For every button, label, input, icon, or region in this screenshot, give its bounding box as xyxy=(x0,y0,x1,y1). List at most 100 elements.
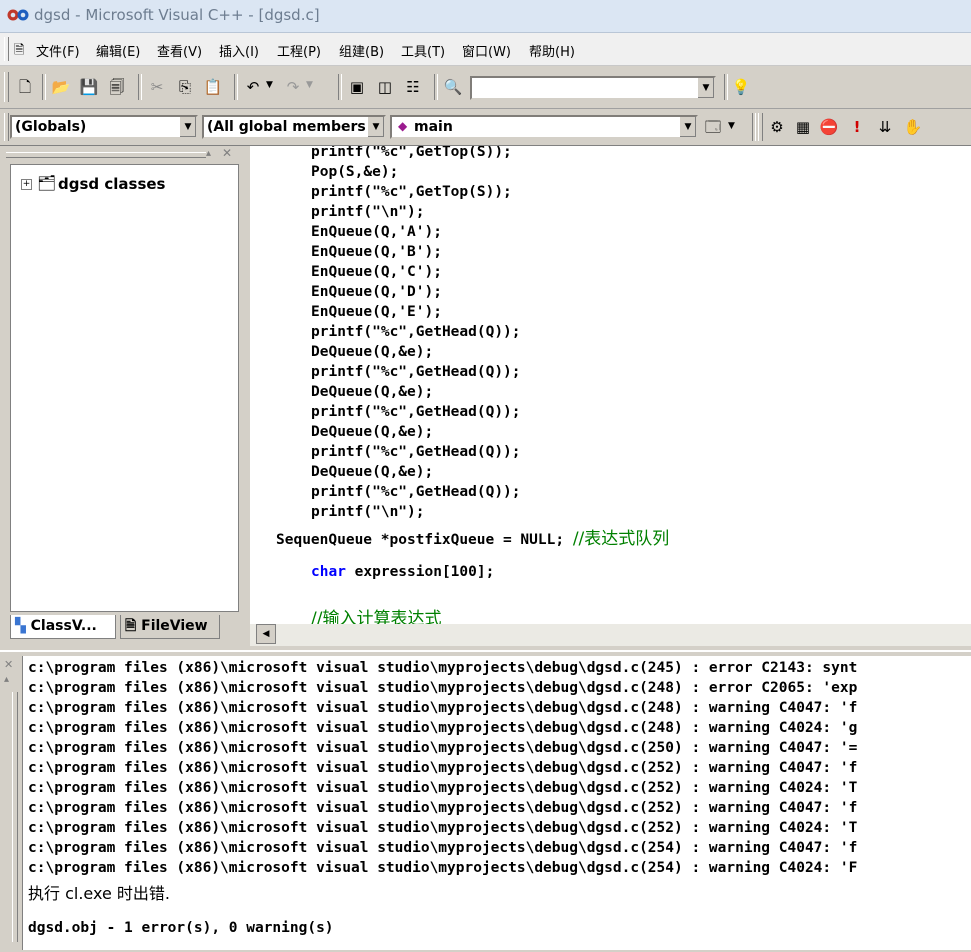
menubar-grip[interactable] xyxy=(4,37,9,61)
code-comment: //表达式队列 xyxy=(572,529,670,549)
code-text: EnQueue(Q,'E'); xyxy=(311,304,442,320)
chevron-down-icon[interactable]: ▼ xyxy=(179,117,196,137)
menu-insert[interactable]: 插入(I) xyxy=(219,41,259,60)
redo-dropdown-icon[interactable]: ▼ xyxy=(306,80,313,90)
menu-edit[interactable]: 编辑(E) xyxy=(96,41,140,60)
output-line: c:\program files (x86)\microsoft visual … xyxy=(28,840,858,856)
toolbar-separator xyxy=(752,113,756,141)
execute-icon[interactable]: ! xyxy=(846,116,868,138)
output-line: c:\program files (x86)\microsoft visual … xyxy=(28,820,858,836)
tab-classview-label: ClassV... xyxy=(30,618,97,634)
find-icon[interactable]: 💡 xyxy=(730,76,752,98)
menu-help[interactable]: 帮助(H) xyxy=(529,41,575,60)
code-text: printf("%c",GetTop(S)); xyxy=(311,146,512,160)
code-text: SequenQueue *postfixQueue = NULL; xyxy=(276,532,573,548)
classes-folder-icon: 🗂 xyxy=(37,174,57,192)
output-line: c:\program files (x86)\microsoft visual … xyxy=(28,860,858,876)
output-line: c:\program files (x86)\microsoft visual … xyxy=(28,660,858,676)
scroll-left-icon[interactable]: ◀ xyxy=(256,624,276,644)
redo-icon[interactable]: ↷ xyxy=(282,76,304,98)
output-line: dgsd.obj - 1 error(s), 0 warning(s) xyxy=(28,920,334,936)
code-text: EnQueue(Q,'D'); xyxy=(311,284,442,300)
menu-view[interactable]: 查看(V) xyxy=(157,41,202,60)
code-text: EnQueue(Q,'A'); xyxy=(311,224,442,240)
code-text: DeQueue(Q,&e); xyxy=(311,344,434,360)
menu-project[interactable]: 工程(P) xyxy=(277,41,321,60)
code-line: //输入计算表达式 xyxy=(311,604,441,624)
code-line: printf("%c",GetHead(Q)); xyxy=(311,324,521,340)
menu-file[interactable]: 文件(F) xyxy=(36,41,80,60)
output-line: c:\program files (x86)\microsoft visual … xyxy=(28,760,858,776)
wizardbar-actions-icon[interactable]: 🗔 xyxy=(702,116,724,138)
window-list-icon[interactable]: ☷ xyxy=(402,76,424,98)
code-editor[interactable]: printf("%c",GetTop(S)); Pop(S,&e); printf(… xyxy=(250,146,971,624)
build-icon[interactable]: ▦ xyxy=(792,116,814,138)
horizontal-scrollbar[interactable]: ◀ xyxy=(250,624,971,646)
stop-build-icon[interactable]: ⛔ xyxy=(818,116,840,138)
menu-window[interactable]: 窗口(W) xyxy=(462,41,511,60)
class-combo[interactable]: (Globals) ▼ xyxy=(10,115,198,139)
save-all-icon[interactable]: 🗐 xyxy=(106,76,128,98)
build-output[interactable]: c:\program files (x86)\microsoft visual … xyxy=(22,656,971,950)
code-keyword: char xyxy=(311,564,346,580)
code-text: printf("%c",GetTop(S)); xyxy=(311,184,512,200)
cut-icon[interactable]: ✂ xyxy=(146,76,168,98)
document-menu-icon[interactable]: 🗎 xyxy=(14,41,24,63)
code-text: printf("\n"); xyxy=(311,204,425,220)
chevron-down-icon[interactable]: ▼ xyxy=(367,117,384,137)
find-combo[interactable]: ▼ xyxy=(470,76,716,100)
close-output-icon[interactable]: ✕ xyxy=(4,658,13,671)
toolbar-separator xyxy=(338,74,342,100)
chevron-down-icon[interactable]: ▼ xyxy=(679,117,696,137)
save-icon[interactable]: 💾 xyxy=(78,76,100,98)
wizardbar-actions-dropdown-icon[interactable]: ▼ xyxy=(728,121,735,131)
code-text: DeQueue(Q,&e); xyxy=(311,384,434,400)
tree-root-label[interactable]: dgsd classes xyxy=(58,175,165,193)
copy-icon[interactable]: ⎘ xyxy=(174,76,196,98)
wizardbar-grip[interactable] xyxy=(4,113,9,141)
new-text-file-icon[interactable]: 🗋 xyxy=(14,76,36,98)
code-text: printf("%c",GetHead(Q)); xyxy=(311,404,521,420)
build-toolbar-grip[interactable] xyxy=(758,113,763,141)
output-grip[interactable] xyxy=(12,692,18,942)
toolbar-grip[interactable] xyxy=(4,72,9,102)
undo-dropdown-icon[interactable]: ▼ xyxy=(266,80,273,90)
code-text: DeQueue(Q,&e); xyxy=(311,424,434,440)
function-combo[interactable]: ◆ main ▼ xyxy=(390,115,698,139)
find-in-files-icon[interactable]: 🔍 xyxy=(442,76,464,98)
toolbar-separator xyxy=(434,74,438,100)
menu-tools[interactable]: 工具(T) xyxy=(401,41,445,60)
breakpoint-hand-icon[interactable]: ✋ xyxy=(902,116,924,138)
title-bar: dgsd - Microsoft Visual C++ - [dgsd.c] xyxy=(0,0,971,33)
menu-build[interactable]: 组建(B) xyxy=(339,41,384,60)
code-text: printf("%c",GetHead(Q)); xyxy=(311,484,521,500)
code-line: printf("%c",GetHead(Q)); xyxy=(311,444,521,460)
standard-toolbar: 🗋 📂 💾 🗐 ✂ ⎘ 📋 ↶ ▼ ↷ ▼ ▣ ◫ ☷ 🔍 ▼ 💡 xyxy=(0,66,971,109)
undo-icon[interactable]: ↶ xyxy=(242,76,264,98)
chevron-down-icon[interactable]: ▼ xyxy=(697,78,714,98)
restore-output-icon[interactable]: ▴ xyxy=(4,674,9,685)
compile-icon[interactable]: ⚙ xyxy=(766,116,788,138)
code-text: DeQueue(Q,&e); xyxy=(311,464,434,480)
members-combo[interactable]: (All global members ▼ xyxy=(202,115,386,139)
code-line: SequenQueue *postfixQueue = NULL; //表达式队… xyxy=(276,524,669,549)
window-title: dgsd - Microsoft Visual C++ - [dgsd.c] xyxy=(34,6,320,24)
output-window-icon[interactable]: ◫ xyxy=(374,76,396,98)
close-pane-icon[interactable]: ✕ xyxy=(222,146,232,160)
paste-icon[interactable]: 📋 xyxy=(202,76,224,98)
output-line: c:\program files (x86)\microsoft visual … xyxy=(28,680,858,696)
code-line: EnQueue(Q,'A'); xyxy=(311,224,442,240)
tab-fileview[interactable]: 🗎 FileView xyxy=(120,615,220,639)
open-folder-icon[interactable]: 📂 xyxy=(50,76,72,98)
code-line: DeQueue(Q,&e); xyxy=(311,384,433,400)
code-text: expression[100]; xyxy=(345,564,495,580)
members-combo-value: (All global members xyxy=(207,119,366,135)
workspace-window-icon[interactable]: ▣ xyxy=(346,76,368,98)
workspace-grip[interactable] xyxy=(6,152,206,158)
tab-classview[interactable]: ▚ ClassV... xyxy=(10,615,116,639)
class-tree[interactable]: + 🗂 dgsd classes xyxy=(10,164,239,612)
output-line: 执行 cl.exe 时出错. xyxy=(28,884,170,903)
go-debug-icon[interactable]: ⇊ xyxy=(874,116,896,138)
restore-pane-icon[interactable]: ▴ xyxy=(206,148,211,159)
expand-plus-icon[interactable]: + xyxy=(21,179,32,190)
